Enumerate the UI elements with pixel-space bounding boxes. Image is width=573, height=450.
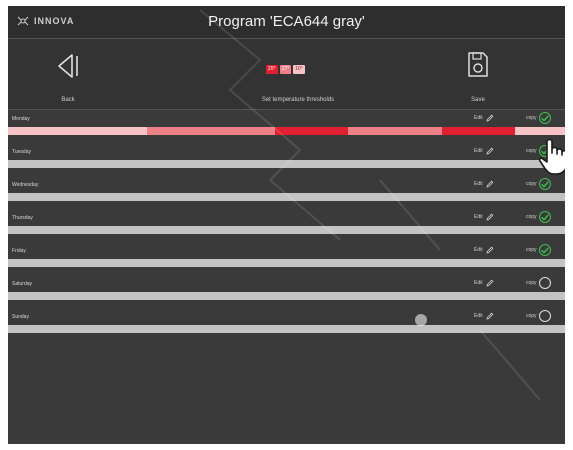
copy-toggle[interactable]: copy (526, 244, 551, 256)
copy-toggle[interactable]: copy (526, 211, 551, 223)
edit-button[interactable]: Edit (474, 114, 494, 122)
schedule-bar[interactable] (8, 127, 565, 135)
day-row: Tuesday Edit copy (8, 143, 565, 176)
copy-toggle[interactable]: copy (526, 112, 551, 124)
save-icon (468, 52, 488, 77)
copy-label: copy (526, 115, 537, 121)
pencil-icon (486, 147, 493, 155)
edit-button[interactable]: Edit (474, 246, 494, 254)
back-button[interactable]: Back (38, 39, 98, 109)
copy-check-icon (538, 277, 551, 289)
edit-button[interactable]: Edit (474, 180, 494, 188)
day-row: Wednesday Edit copy (8, 176, 565, 209)
copy-label: copy (526, 181, 537, 187)
pencil-icon (486, 246, 493, 254)
day-name: Monday (12, 116, 30, 122)
schedule-bar[interactable] (8, 193, 565, 201)
threshold-chip-high: 20° (266, 65, 278, 74)
schedule-bar[interactable] (8, 292, 565, 300)
day-list: Monday Edit copy Tuesday Edit copy Wedne… (8, 110, 565, 341)
day-name: Thursday (12, 215, 33, 221)
day-row: Sunday Edit copy (8, 308, 565, 341)
day-name: Wednesday (12, 182, 39, 188)
app-window: INNOVA Program 'ECA644 gray' Back 20° 17… (8, 6, 565, 444)
schedule-segment[interactable] (8, 127, 148, 135)
copy-toggle[interactable]: copy (526, 277, 551, 289)
threshold-chips: 20° 17° 10° (266, 65, 305, 74)
copy-check-icon (538, 112, 551, 124)
schedule-segment[interactable] (442, 127, 515, 135)
copy-check-icon (538, 244, 551, 256)
hand-pointer-icon (538, 138, 565, 175)
schedule-bar[interactable] (8, 325, 565, 333)
day-row: Saturday Edit copy (8, 275, 565, 308)
pencil-icon (486, 114, 493, 122)
edit-label: Edit (474, 181, 483, 187)
edit-label: Edit (474, 115, 483, 121)
copy-check-icon (538, 211, 551, 223)
threshold-chip-mid: 17° (279, 65, 292, 74)
title-bar: INNOVA Program 'ECA644 gray' (8, 6, 565, 39)
back-icon (58, 54, 78, 78)
edit-label: Edit (474, 148, 483, 154)
edit-label: Edit (474, 280, 483, 286)
back-label: Back (61, 97, 75, 103)
edit-label: Edit (474, 214, 483, 220)
schedule-segment[interactable] (514, 127, 565, 135)
copy-toggle[interactable]: copy (526, 178, 551, 190)
schedule-bar[interactable] (8, 226, 565, 234)
pencil-icon (486, 279, 493, 287)
toolbar: Back 20° 17° 10° Set temperature thresho… (8, 39, 565, 110)
schedule-segment[interactable] (147, 127, 276, 135)
copy-label: copy (526, 247, 537, 253)
day-name: Sunday (12, 314, 29, 320)
thresholds-button[interactable]: 20° 17° 10° Set temperature thresholds (208, 39, 388, 109)
edit-label: Edit (474, 313, 483, 319)
copy-label: copy (526, 214, 537, 220)
schedule-segment[interactable] (347, 127, 443, 135)
pencil-icon (486, 180, 493, 188)
day-name: Tuesday (12, 149, 31, 155)
copy-toggle[interactable]: copy (526, 310, 551, 322)
pencil-icon (486, 213, 493, 221)
threshold-chip-low: 10° (293, 65, 305, 74)
day-row: Friday Edit copy (8, 242, 565, 275)
thresholds-label: Set temperature thresholds (261, 97, 335, 103)
edit-button[interactable]: Edit (474, 312, 494, 320)
copy-label: copy (526, 313, 537, 319)
copy-label: copy (526, 148, 537, 154)
edit-button[interactable]: Edit (474, 279, 494, 287)
day-name: Saturday (12, 281, 33, 287)
edit-label: Edit (474, 247, 483, 253)
schedule-segment[interactable] (275, 127, 348, 135)
day-row: Thursday Edit copy (8, 209, 565, 242)
pencil-icon (486, 312, 493, 320)
edit-button[interactable]: Edit (474, 213, 494, 221)
save-button[interactable]: Save (448, 39, 508, 109)
day-name: Friday (12, 248, 26, 254)
edit-button[interactable]: Edit (474, 147, 494, 155)
copy-check-icon (538, 310, 551, 322)
copy-label: copy (526, 280, 537, 286)
save-label: Save (471, 97, 485, 103)
page-title: Program 'ECA644 gray' (208, 13, 365, 30)
copy-check-icon (538, 178, 551, 190)
schedule-bar[interactable] (8, 259, 565, 267)
day-row: Monday Edit copy (8, 110, 565, 143)
schedule-bar[interactable] (8, 160, 565, 168)
